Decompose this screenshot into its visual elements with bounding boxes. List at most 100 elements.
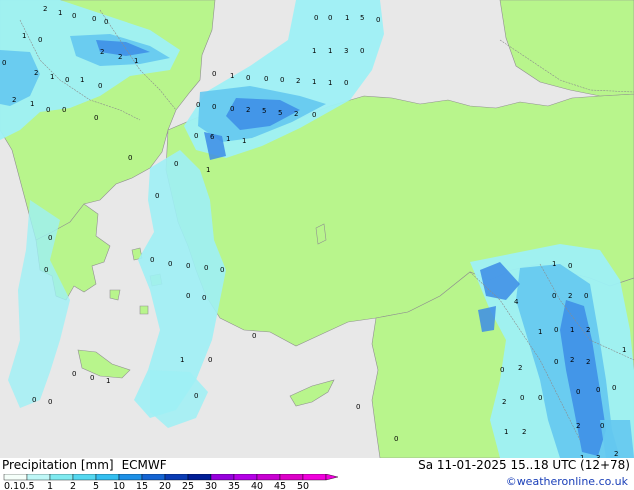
- precip-value-label: 5: [278, 109, 282, 117]
- precip-value-label: 1: [345, 14, 349, 22]
- precip-value-label: 0: [554, 358, 558, 366]
- legend-tick-label: 40: [251, 481, 263, 490]
- precip-value-label: 5: [262, 107, 266, 115]
- precip-value-label: 1: [206, 166, 210, 174]
- legend-swatch: [164, 474, 189, 481]
- precip-value-label: 0: [280, 76, 284, 84]
- legend-tick-label: 20: [159, 481, 171, 490]
- precip-value-label: 0: [576, 388, 580, 396]
- precip-value-label: 2: [118, 53, 122, 61]
- precip-value-label: 3: [344, 47, 348, 55]
- precip-value-label: 0: [90, 374, 94, 382]
- precip-value-label: 0: [186, 292, 190, 300]
- map-footer: Precipitation [mm] ECMWF Sa 11-01-2025 15…: [0, 458, 634, 490]
- map-title: Precipitation [mm] ECMWF: [2, 458, 167, 472]
- legend-tick-label: 1: [47, 481, 53, 490]
- precip-value-label: 0: [500, 366, 504, 374]
- precip-value-label: 2: [614, 450, 618, 458]
- precip-value-label: 0: [186, 262, 190, 270]
- precip-value-label: 1: [328, 47, 332, 55]
- legend-swatch: [302, 474, 327, 481]
- precip-value-label: 1: [80, 76, 84, 84]
- precip-value-label: 2: [586, 326, 590, 334]
- precip-value-label: 0: [252, 332, 256, 340]
- precip-value-label: 0: [155, 192, 159, 200]
- precip-value-label: 0: [128, 154, 132, 162]
- precip-value-label: 0: [552, 292, 556, 300]
- legend-swatch: [187, 474, 212, 481]
- legend-tick-label: 45: [274, 481, 286, 490]
- precip-value-label: 1: [134, 57, 138, 65]
- precip-value-label: 1: [552, 260, 556, 268]
- precip-value-label: 1: [242, 137, 246, 145]
- precip-value-label: 0: [344, 79, 348, 87]
- precip-value-label: 0: [38, 36, 42, 44]
- precip-value-label: 1: [570, 326, 574, 334]
- legend-tick-label: 10: [113, 481, 125, 490]
- precip-value-label: 0: [520, 394, 524, 402]
- precip-value-label: 2: [294, 110, 298, 118]
- precip-value-label: 6: [210, 133, 215, 141]
- precip-value-label: 1: [230, 72, 234, 80]
- precip-value-label: 2: [502, 398, 506, 406]
- precip-value-label: 0: [568, 262, 572, 270]
- precip-value-label: 0: [220, 266, 224, 274]
- precip-value-label: 0: [212, 70, 216, 78]
- precip-value-label: 0: [46, 106, 50, 114]
- precip-value-label: 1: [312, 47, 316, 55]
- precip-value-label: 2: [568, 292, 572, 300]
- precip-value-label: 1: [504, 428, 508, 436]
- precip-value-label: 0: [98, 82, 102, 90]
- precip-value-label: 0: [44, 266, 48, 274]
- precip-value-label: 1: [30, 100, 34, 108]
- precip-value-label: 0: [554, 326, 558, 334]
- model-name: ECMWF: [121, 458, 167, 472]
- precip-value-label: 0: [104, 18, 108, 26]
- precip-value-label: 2: [12, 96, 16, 104]
- precip-value-label: 2: [296, 77, 300, 85]
- precip-value-label: 0: [194, 132, 198, 140]
- legend-tick-label: 35: [228, 481, 240, 490]
- precip-value-label: 0: [596, 386, 600, 394]
- legend-swatch: [72, 474, 97, 481]
- precip-value-label: 2: [100, 48, 104, 56]
- precip-value-label: 2: [570, 356, 574, 364]
- legend-swatch: [118, 474, 143, 481]
- legend-swatch: [233, 474, 258, 481]
- precip-value-label: 0: [204, 264, 208, 272]
- precip-value-label: 1: [22, 32, 26, 40]
- precip-value-label: 4: [514, 298, 519, 306]
- precip-value-label: 0: [356, 403, 360, 411]
- precip-value-label: 0: [72, 12, 76, 20]
- precipitation-map: 2 1 0 0 0 1 0 2 2 1 0 2 1 0 1 0 2 1 0 0 0 0 0 0 0 1 5 0 1 1 3 0 0 1 0 0 0 2 1 1…: [0, 0, 634, 458]
- precip-value-label: 0: [538, 394, 542, 402]
- legend-swatch: [49, 474, 74, 481]
- precip-value-label: 0: [65, 76, 69, 84]
- precip-value-label: 5: [360, 14, 364, 22]
- color-scale-legend: 0.1 0.5 1 2 5 10 15 20 25 30 35 40 45 50: [3, 474, 339, 490]
- precip-value-label: 1: [622, 346, 626, 354]
- credit-link[interactable]: ©weatheronline.co.uk: [506, 475, 628, 488]
- legend-swatch: [279, 474, 304, 481]
- precip-value-label: 0: [48, 398, 52, 406]
- legend-tick-label: 25: [182, 481, 194, 490]
- legend-swatch: [95, 474, 120, 481]
- precip-value-label: 1: [58, 9, 62, 17]
- precip-value-label: 0: [32, 396, 36, 404]
- precip-value-label: 2: [34, 69, 38, 77]
- precip-value-label: 0: [92, 15, 96, 23]
- precip-value-label: 0: [194, 392, 198, 400]
- precip-value-label: 2: [246, 106, 250, 114]
- precip-value-label: 0: [584, 292, 588, 300]
- precip-value-label: 0: [2, 59, 6, 67]
- precip-value-label: 0: [208, 356, 212, 364]
- precip-value-label: 1: [312, 78, 316, 86]
- precip-value-label: 0: [72, 370, 76, 378]
- legend-tick-label: 30: [205, 481, 217, 490]
- legend-swatch: [3, 474, 28, 481]
- precip-value-label: 0: [94, 114, 98, 122]
- precip-value-label: 0: [600, 422, 604, 430]
- precip-value-label: 1: [180, 356, 184, 364]
- precip-value-label: 2: [586, 358, 590, 366]
- precip-value-label: 0: [328, 14, 332, 22]
